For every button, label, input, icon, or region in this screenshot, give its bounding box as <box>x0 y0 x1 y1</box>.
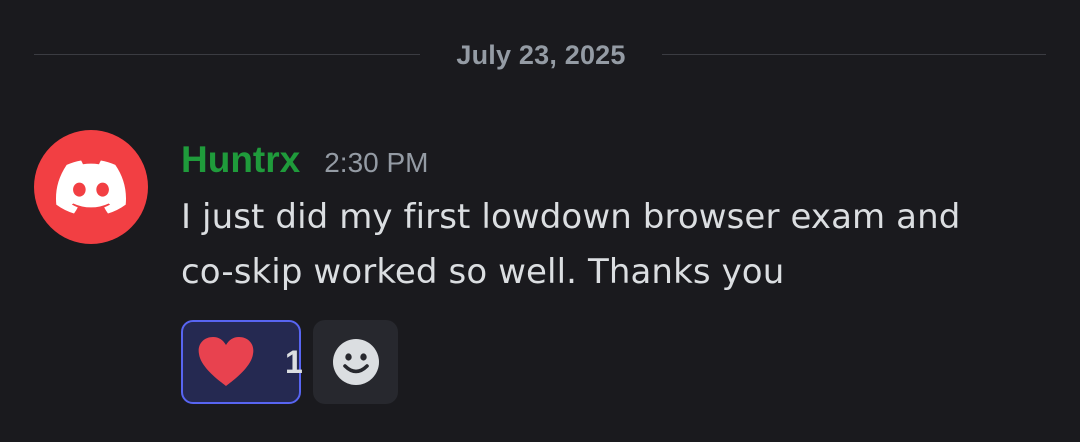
reaction-count: 1 <box>285 343 303 380</box>
message-line: co-skip worked so well. Thanks you <box>181 252 785 292</box>
divider-line-left <box>34 54 420 55</box>
message-header: Huntrx 2:30 PM <box>181 138 429 182</box>
message[interactable]: Huntrx 2:30 PM I just did my first lowdo… <box>0 120 1080 420</box>
message-content: I just did my first lowdown browser exam… <box>181 190 1041 300</box>
heart-icon <box>197 336 255 388</box>
message-line: I just did my first lowdown browser exam… <box>181 197 961 237</box>
avatar[interactable] <box>34 130 148 244</box>
divider-date: July 23, 2025 <box>456 40 626 70</box>
reactions-bar: 1 <box>181 320 398 404</box>
discord-logo-icon <box>56 160 126 214</box>
chat-view: July 23, 2025 Huntrx 2:30 PM I just did … <box>0 0 1080 442</box>
reaction-heart-button[interactable]: 1 <box>181 320 303 404</box>
divider-line-right <box>662 54 1046 55</box>
date-divider: July 23, 2025 <box>34 34 1046 76</box>
username[interactable]: Huntrx <box>181 138 300 182</box>
smiley-face-icon <box>332 339 379 385</box>
timestamp[interactable]: 2:30 PM <box>324 141 428 185</box>
add-reaction-button[interactable] <box>313 320 398 404</box>
